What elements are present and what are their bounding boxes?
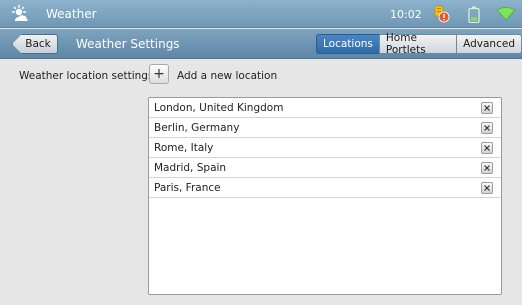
tab-home-portlets[interactable]: Home Portlets bbox=[378, 32, 458, 56]
location-settings-label: Weather location settings: bbox=[19, 70, 157, 82]
close-icon bbox=[484, 125, 490, 131]
location-name: Rome, Italy bbox=[154, 142, 214, 154]
location-name: Madrid, Spain bbox=[154, 162, 227, 174]
remove-location-button[interactable] bbox=[481, 142, 493, 154]
battery-icon bbox=[468, 6, 480, 24]
list-item[interactable]: London, United Kingdom bbox=[149, 98, 501, 118]
page-title: Weather Settings bbox=[76, 37, 180, 51]
location-name: Paris, France bbox=[154, 182, 221, 194]
close-icon bbox=[484, 185, 490, 191]
clock: 10:02 bbox=[390, 8, 422, 21]
remove-location-button[interactable] bbox=[481, 162, 493, 174]
tab-bar: Locations Home Portlets Advanced bbox=[316, 32, 522, 56]
location-name: London, United Kingdom bbox=[154, 102, 284, 114]
add-location-button[interactable]: + bbox=[149, 64, 169, 84]
back-button[interactable]: Back bbox=[12, 34, 58, 54]
warning-icon[interactable] bbox=[432, 5, 450, 23]
remove-location-button[interactable] bbox=[481, 102, 493, 114]
tab-locations[interactable]: Locations bbox=[316, 34, 380, 54]
remove-location-button[interactable] bbox=[481, 182, 493, 194]
tab-advanced[interactable]: Advanced bbox=[456, 34, 522, 54]
app-title: Weather bbox=[46, 7, 97, 21]
status-bar: Weather 10:02 bbox=[0, 0, 522, 28]
add-location-label[interactable]: Add a new location bbox=[177, 70, 277, 82]
close-icon bbox=[484, 145, 490, 151]
list-item[interactable]: Berlin, Germany bbox=[149, 118, 501, 138]
nav-bar: Back Weather Settings Locations Home Por… bbox=[0, 29, 522, 59]
wifi-icon bbox=[496, 7, 516, 21]
list-item[interactable]: Rome, Italy bbox=[149, 138, 501, 158]
location-list[interactable]: London, United Kingdom Berlin, Germany R… bbox=[148, 97, 502, 295]
remove-location-button[interactable] bbox=[481, 122, 493, 134]
close-icon bbox=[484, 105, 490, 111]
weather-sun-icon bbox=[10, 4, 30, 24]
location-name: Berlin, Germany bbox=[154, 122, 240, 134]
list-item[interactable]: Madrid, Spain bbox=[149, 158, 501, 178]
close-icon bbox=[484, 165, 490, 171]
list-item[interactable]: Paris, France bbox=[149, 178, 501, 198]
